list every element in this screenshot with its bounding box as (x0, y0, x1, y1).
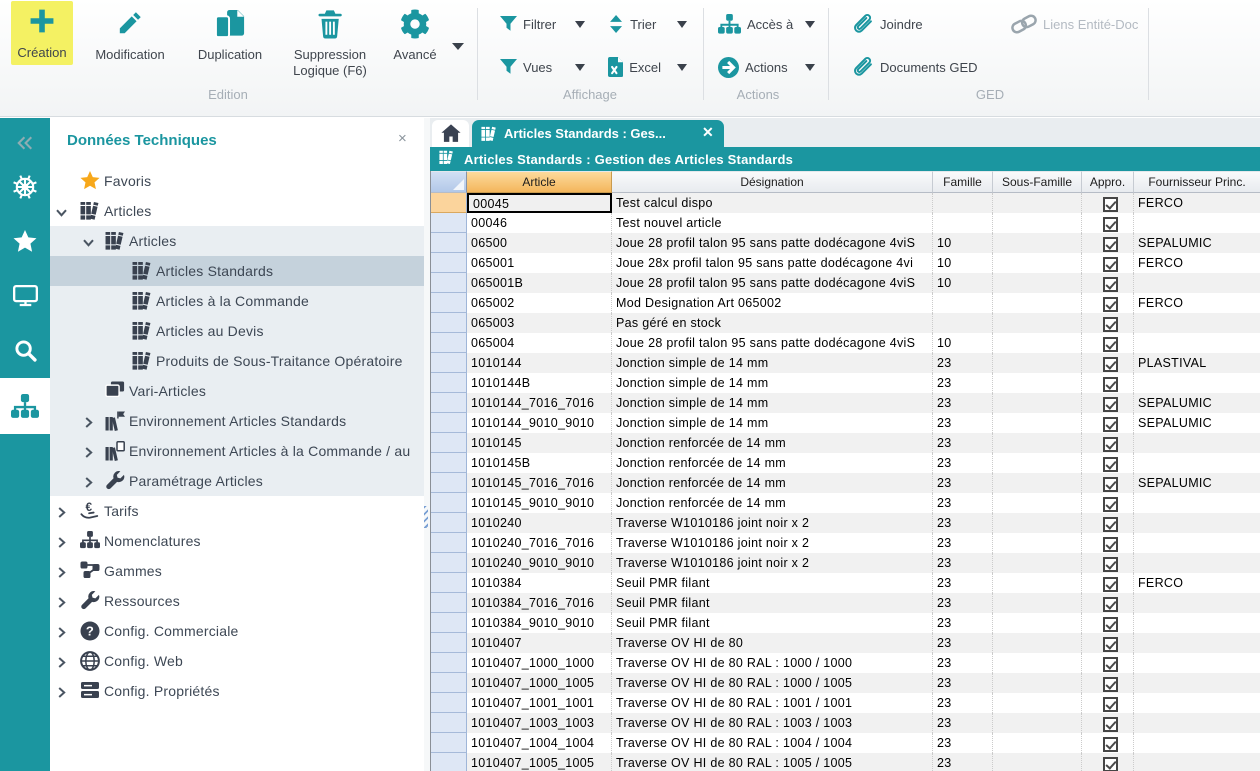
svg-text:?: ? (86, 624, 94, 639)
